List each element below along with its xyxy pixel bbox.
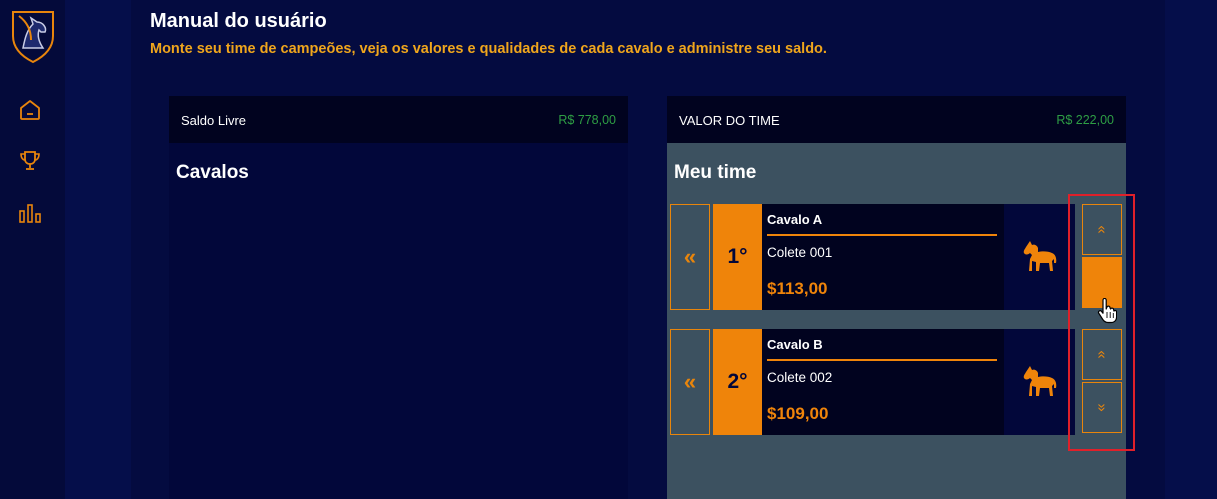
chart-icon[interactable] (17, 200, 43, 226)
team-value-header: VALOR DO TIME R$ 222,00 (667, 96, 1126, 143)
balance-label: Saldo Livre (181, 113, 247, 128)
horses-section-title: Cavalos (176, 162, 249, 183)
team-value-value: R$ 222,00 (1056, 113, 1114, 127)
page-subtitle: Monte seu time de campeões, veja os valo… (150, 41, 827, 57)
horse-price: $113,00 (767, 279, 828, 298)
horse-image-box (1004, 204, 1075, 310)
balance-value: R$ 778,00 (558, 113, 616, 127)
horse-price: $109,00 (767, 404, 829, 423)
right-gutter (1165, 0, 1217, 499)
horse-image-box (1004, 329, 1075, 435)
horse-rank: 1° (713, 204, 762, 310)
horse-info: Cavalo A Colete 001 $113,00 (762, 204, 1004, 310)
balance-header: Saldo Livre R$ 778,00 (169, 96, 628, 143)
team-horse-row: « 2° Cavalo B Colete 002 $109,00 « » (667, 329, 1126, 435)
team-value-label: VALOR DO TIME (679, 113, 780, 128)
team-horse-row: « 1° Cavalo A Colete 001 $113,00 « (667, 204, 1126, 310)
team-section-title: Meu time (674, 162, 757, 183)
name-divider (767, 359, 997, 361)
name-divider (767, 234, 997, 236)
left-gutter (65, 0, 131, 499)
trophy-icon[interactable] (17, 148, 43, 174)
sidebar (0, 0, 65, 499)
hand-cursor-icon (1097, 298, 1117, 324)
horse-info: Cavalo B Colete 002 $109,00 (762, 329, 1004, 435)
horse-logo-icon[interactable] (9, 8, 57, 64)
remove-horse-button[interactable]: « (670, 204, 710, 310)
horse-rank: 2° (713, 329, 762, 435)
horse-colete: Colete 002 (767, 370, 833, 385)
home-icon[interactable] (17, 97, 43, 123)
horse-colete: Colete 001 (767, 245, 833, 260)
team-panel: VALOR DO TIME R$ 222,00 Meu time « 1° Ca… (667, 96, 1126, 499)
horse-icon (1023, 366, 1057, 396)
horse-name: Cavalo B (767, 337, 823, 352)
horse-icon (1023, 241, 1057, 271)
page-title: Manual do usuário (150, 10, 327, 32)
horse-name: Cavalo A (767, 212, 823, 227)
remove-horse-button[interactable]: « (670, 329, 710, 435)
horses-panel: Saldo Livre R$ 778,00 Cavalos (169, 96, 628, 499)
